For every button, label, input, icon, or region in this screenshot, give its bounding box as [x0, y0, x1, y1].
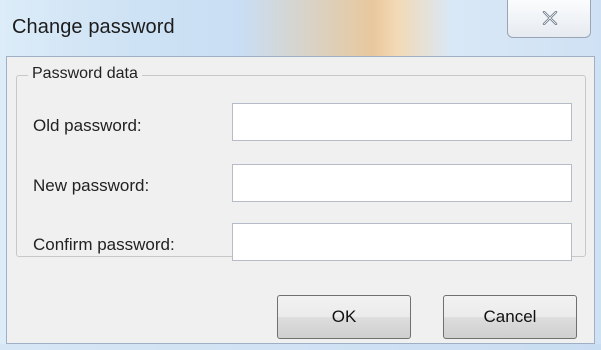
close-icon — [542, 11, 558, 25]
window-bottom-border — [0, 344, 601, 350]
cancel-button[interactable]: Cancel — [443, 295, 577, 339]
ok-button[interactable]: OK — [277, 295, 411, 339]
change-password-dialog: Change password Password data Old passwo… — [0, 0, 601, 350]
close-button[interactable] — [507, 0, 591, 38]
new-password-input[interactable] — [232, 164, 572, 202]
old-password-label: Old password: — [33, 116, 142, 135]
confirm-password-label: Confirm password: — [33, 235, 175, 254]
dialog-body: Password data Old password: New password… — [6, 56, 595, 344]
new-password-label: New password: — [33, 176, 150, 195]
old-password-input[interactable] — [232, 103, 572, 141]
confirm-password-input[interactable] — [232, 223, 572, 261]
title-bar: Change password — [0, 0, 601, 56]
window-title: Change password — [12, 16, 175, 38]
group-legend: Password data — [28, 65, 142, 83]
